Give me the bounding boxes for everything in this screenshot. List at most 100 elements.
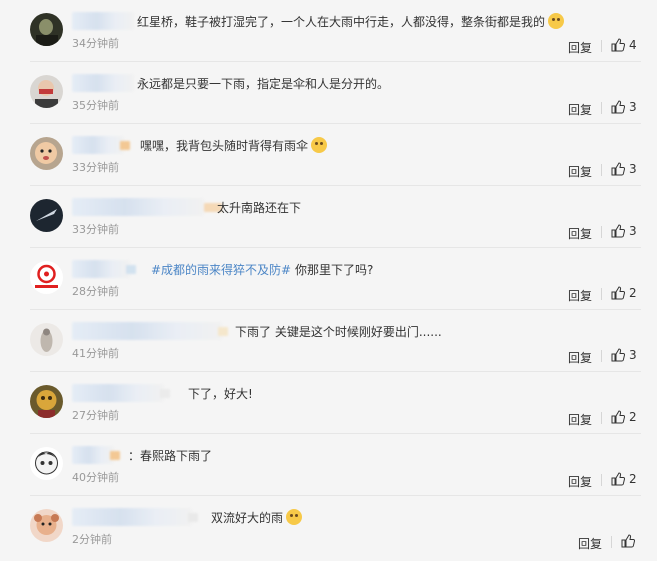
comment-text: 永远都是只要一下雨，指定是伞和人是分开的。 xyxy=(137,75,389,93)
comment-item: 下了，好大! 27分钟前 回复 2 xyxy=(0,372,657,434)
comment-text: 嘿嘿，我背包头随时背得有雨伞 xyxy=(140,137,328,155)
like-count: 4 xyxy=(629,38,637,52)
divider xyxy=(601,350,602,362)
reply-button[interactable]: 回复 xyxy=(568,473,592,490)
doge-emoji-icon xyxy=(548,13,565,29)
comment-text: 下了，好大! xyxy=(188,385,253,403)
comment-item: 太升南路还在下 33分钟前 回复 3 xyxy=(0,186,657,248)
reply-button[interactable]: 回复 xyxy=(568,349,592,366)
comment-text-content: ：春熙路下雨了 xyxy=(128,449,213,463)
divider xyxy=(601,102,602,114)
divider xyxy=(601,412,602,424)
username[interactable] xyxy=(72,260,136,278)
thumbs-up-icon xyxy=(611,224,625,238)
comment-time: 35分钟前 xyxy=(72,99,119,112)
comment-item: 永远都是只要一下雨，指定是伞和人是分开的。 35分钟前 回复 3 xyxy=(0,62,657,124)
thumbs-up-icon xyxy=(611,286,625,300)
like-button[interactable]: 2 xyxy=(611,472,637,486)
reply-button[interactable]: 回复 xyxy=(568,39,592,56)
username[interactable] xyxy=(72,446,120,464)
laughing-emoji-icon xyxy=(311,137,328,153)
comment-text: 双流好大的雨 xyxy=(211,509,303,527)
comment-text: #成都的雨来得猝不及防# 你那里下了吗? xyxy=(151,261,373,279)
like-count: 2 xyxy=(629,286,637,300)
divider xyxy=(611,536,612,548)
thumbs-up-icon xyxy=(611,38,625,52)
divider xyxy=(601,40,602,52)
comment-time: 33分钟前 xyxy=(72,223,119,236)
like-count: 3 xyxy=(629,348,637,362)
avatar[interactable] xyxy=(30,75,63,108)
like-count: 3 xyxy=(629,224,637,238)
thumbs-up-icon xyxy=(621,534,635,548)
comment-text: ：春熙路下雨了 xyxy=(128,447,212,465)
username[interactable] xyxy=(72,508,198,526)
comment-time: 34分钟前 xyxy=(72,37,119,50)
divider xyxy=(601,288,602,300)
reply-button[interactable]: 回复 xyxy=(568,411,592,428)
reply-button[interactable]: 回复 xyxy=(568,101,592,118)
comment-list: 红星桥，鞋子被打湿完了，一个人在大雨中行走，人都没得，整条街都是我的 34分钟前… xyxy=(0,0,657,561)
thumbs-up-icon xyxy=(611,348,625,362)
like-count: 3 xyxy=(629,100,637,114)
avatar[interactable] xyxy=(30,199,63,232)
divider xyxy=(601,164,602,176)
like-count: 2 xyxy=(629,472,637,486)
thumbs-up-icon xyxy=(611,472,625,486)
reply-button[interactable]: 回复 xyxy=(568,225,592,242)
like-button[interactable]: 4 xyxy=(611,38,637,52)
comment-time: 33分钟前 xyxy=(72,161,119,174)
avatar[interactable] xyxy=(30,137,63,170)
reply-button[interactable]: 回复 xyxy=(568,287,592,304)
avatar[interactable] xyxy=(30,447,63,480)
like-button[interactable]: 3 xyxy=(611,162,637,176)
like-button[interactable]: 3 xyxy=(611,100,637,114)
comment-text: 红星桥，鞋子被打湿完了，一个人在大雨中行走，人都没得，整条街都是我的 xyxy=(137,13,565,31)
comment-text-content: 嘿嘿，我背包头随时背得有雨伞 xyxy=(140,139,309,153)
username[interactable] xyxy=(72,198,222,216)
like-button[interactable]: 3 xyxy=(611,348,637,362)
like-button[interactable]: 2 xyxy=(611,410,637,424)
comment-time: 41分钟前 xyxy=(72,347,119,360)
reply-button[interactable]: 回复 xyxy=(568,163,592,180)
divider xyxy=(601,226,602,238)
comment-text: 太升南路还在下 xyxy=(217,199,301,217)
like-button[interactable]: 2 xyxy=(611,286,637,300)
comment-item: 下雨了 关键是这个时候刚好要出门...... 41分钟前 回复 3 xyxy=(0,310,657,372)
topic-link[interactable]: #成都的雨来得猝不及防# xyxy=(151,263,291,277)
like-count: 3 xyxy=(629,162,637,176)
reply-button[interactable]: 回复 xyxy=(578,535,602,552)
comment-time: 27分钟前 xyxy=(72,409,119,422)
like-count: 2 xyxy=(629,410,637,424)
comment-time: 2分钟前 xyxy=(72,533,112,546)
comment-text-content: 红星桥，鞋子被打湿完了，一个人在大雨中行走，人都没得，整条街都是我的 xyxy=(137,15,546,29)
thumbs-up-icon xyxy=(611,100,625,114)
comment-text-content: 你那里下了吗? xyxy=(291,263,374,277)
comment-text-content: 永远都是只要一下雨，指定是伞和人是分开的。 xyxy=(137,77,390,91)
comment-item: 红星桥，鞋子被打湿完了，一个人在大雨中行走，人都没得，整条街都是我的 34分钟前… xyxy=(0,0,657,62)
username[interactable] xyxy=(72,12,134,30)
thumbs-up-icon xyxy=(611,162,625,176)
avatar[interactable] xyxy=(30,323,63,356)
username[interactable] xyxy=(72,322,228,340)
username[interactable] xyxy=(72,74,134,92)
like-button[interactable] xyxy=(621,534,639,548)
comment-text-content: 双流好大的雨 xyxy=(211,511,284,525)
like-button[interactable]: 3 xyxy=(611,224,637,238)
username[interactable] xyxy=(72,136,130,154)
comment-item: ：春熙路下雨了 40分钟前 回复 2 xyxy=(0,434,657,496)
comment-item: 嘿嘿，我背包头随时背得有雨伞 33分钟前 回复 3 xyxy=(0,124,657,186)
comment-text: 下雨了 关键是这个时候刚好要出门...... xyxy=(235,323,442,341)
comment-text-content: 下了，好大! xyxy=(188,387,253,401)
divider xyxy=(601,474,602,486)
avatar[interactable] xyxy=(30,509,63,542)
comment-item: 双流好大的雨 2分钟前 回复 xyxy=(0,496,657,558)
avatar[interactable] xyxy=(30,13,63,46)
username[interactable] xyxy=(72,384,170,402)
comment-time: 28分钟前 xyxy=(72,285,119,298)
avatar[interactable] xyxy=(30,261,63,294)
avatar[interactable] xyxy=(30,385,63,418)
comment-text-content: 太升南路还在下 xyxy=(217,201,302,215)
comment-time: 40分钟前 xyxy=(72,471,119,484)
thumbs-up-icon xyxy=(611,410,625,424)
